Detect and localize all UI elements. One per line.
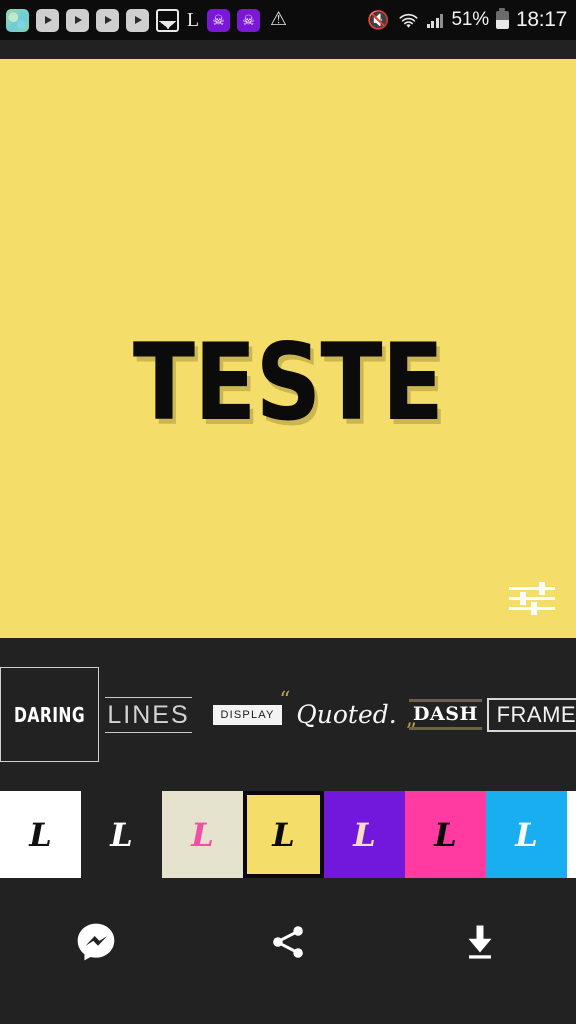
clock-label: 18:17	[515, 8, 567, 31]
app-icon	[6, 8, 29, 32]
tune-slider-3	[509, 601, 555, 615]
mute-icon: 🔇	[367, 9, 390, 30]
messenger-share-button[interactable]	[0, 878, 192, 964]
swatch-glyph-cream: L	[191, 815, 214, 854]
style-item-lines[interactable]: LINES	[99, 667, 198, 762]
style-item-quoted[interactable]: “Quoted.”	[279, 667, 416, 762]
color-swatch-selector[interactable]: L L L L L L L	[0, 791, 576, 878]
style-label-quoted: Quoted.	[296, 699, 397, 729]
swatch-glyph-white: L	[29, 815, 52, 854]
share-icon	[273, 926, 303, 958]
share-button[interactable]	[192, 878, 384, 964]
style-item-framed[interactable]: FRAMED	[486, 667, 576, 762]
swatch-white[interactable]: L	[0, 791, 81, 878]
wifi-icon	[398, 13, 418, 28]
style-item-dash[interactable]: DASH	[396, 667, 495, 762]
swatch-glyph-dark: L	[110, 815, 133, 854]
battery-icon	[495, 8, 509, 29]
quote-open-icon: “	[279, 687, 291, 713]
quote-canvas[interactable]: TESTE	[0, 59, 576, 638]
status-bar-notifications: L ☠ ☠ ⚠	[0, 8, 290, 32]
photo-icon	[156, 8, 179, 32]
skull-icon-2: ☠	[237, 8, 260, 32]
swatch-glyph-cyan: L	[515, 815, 538, 854]
youtube-icon-2	[66, 8, 89, 32]
swatch-dark[interactable]: L	[81, 791, 162, 878]
youtube-icon-4	[126, 8, 149, 32]
style-selector[interactable]: DARING LINES DISPLAY “Quoted.” DASH FRAM…	[0, 638, 576, 791]
canvas-text[interactable]: TESTE	[40, 330, 535, 436]
status-bar-system: 🔇 51% 18:17	[367, 8, 576, 32]
swatch-glyph-purple: L	[353, 815, 376, 854]
swatch-glyph-pink: L	[434, 815, 457, 854]
battery-percent-label: 51%	[451, 9, 490, 30]
style-label-display: DISPLAY	[213, 704, 282, 725]
style-label-lines: LINES	[105, 696, 192, 733]
app-root: L ☠ ☠ ⚠ 🔇 51% 18:17 TESTE DARING LINES D…	[0, 0, 576, 1024]
swatch-purple[interactable]: L	[324, 791, 405, 878]
warning-icon: ⚠	[269, 8, 288, 30]
swatch-cream[interactable]: L	[162, 791, 243, 878]
action-bar	[0, 878, 576, 1024]
signal-icon	[426, 13, 445, 28]
download-button[interactable]	[384, 878, 576, 964]
messenger-icon	[77, 923, 115, 961]
letter-l-icon: L	[186, 8, 200, 31]
style-label-quoted-wrap: “Quoted.”	[279, 688, 416, 745]
style-label-daring: DARING	[13, 702, 86, 727]
swatch-cyan[interactable]: L	[486, 791, 567, 878]
swatch-pink[interactable]: L	[405, 791, 486, 878]
style-label-framed: FRAMED	[486, 697, 576, 732]
swatch-yellow[interactable]: L	[243, 791, 324, 878]
tune-icon[interactable]	[509, 577, 555, 619]
style-item-daring[interactable]: DARING	[0, 667, 99, 762]
swatch-next-partial[interactable]	[567, 791, 576, 878]
skull-icon-1: ☠	[207, 8, 230, 32]
status-bar: L ☠ ☠ ⚠ 🔇 51% 18:17	[0, 0, 576, 40]
download-icon	[468, 925, 492, 959]
style-label-dash: DASH	[409, 699, 482, 730]
youtube-icon-3	[96, 8, 119, 32]
youtube-icon-1	[36, 8, 59, 32]
style-item-display[interactable]: DISPLAY	[198, 667, 297, 762]
tune-slider-2	[509, 591, 555, 605]
swatch-glyph-yellow: L	[272, 815, 295, 854]
tune-slider-1	[509, 581, 555, 595]
